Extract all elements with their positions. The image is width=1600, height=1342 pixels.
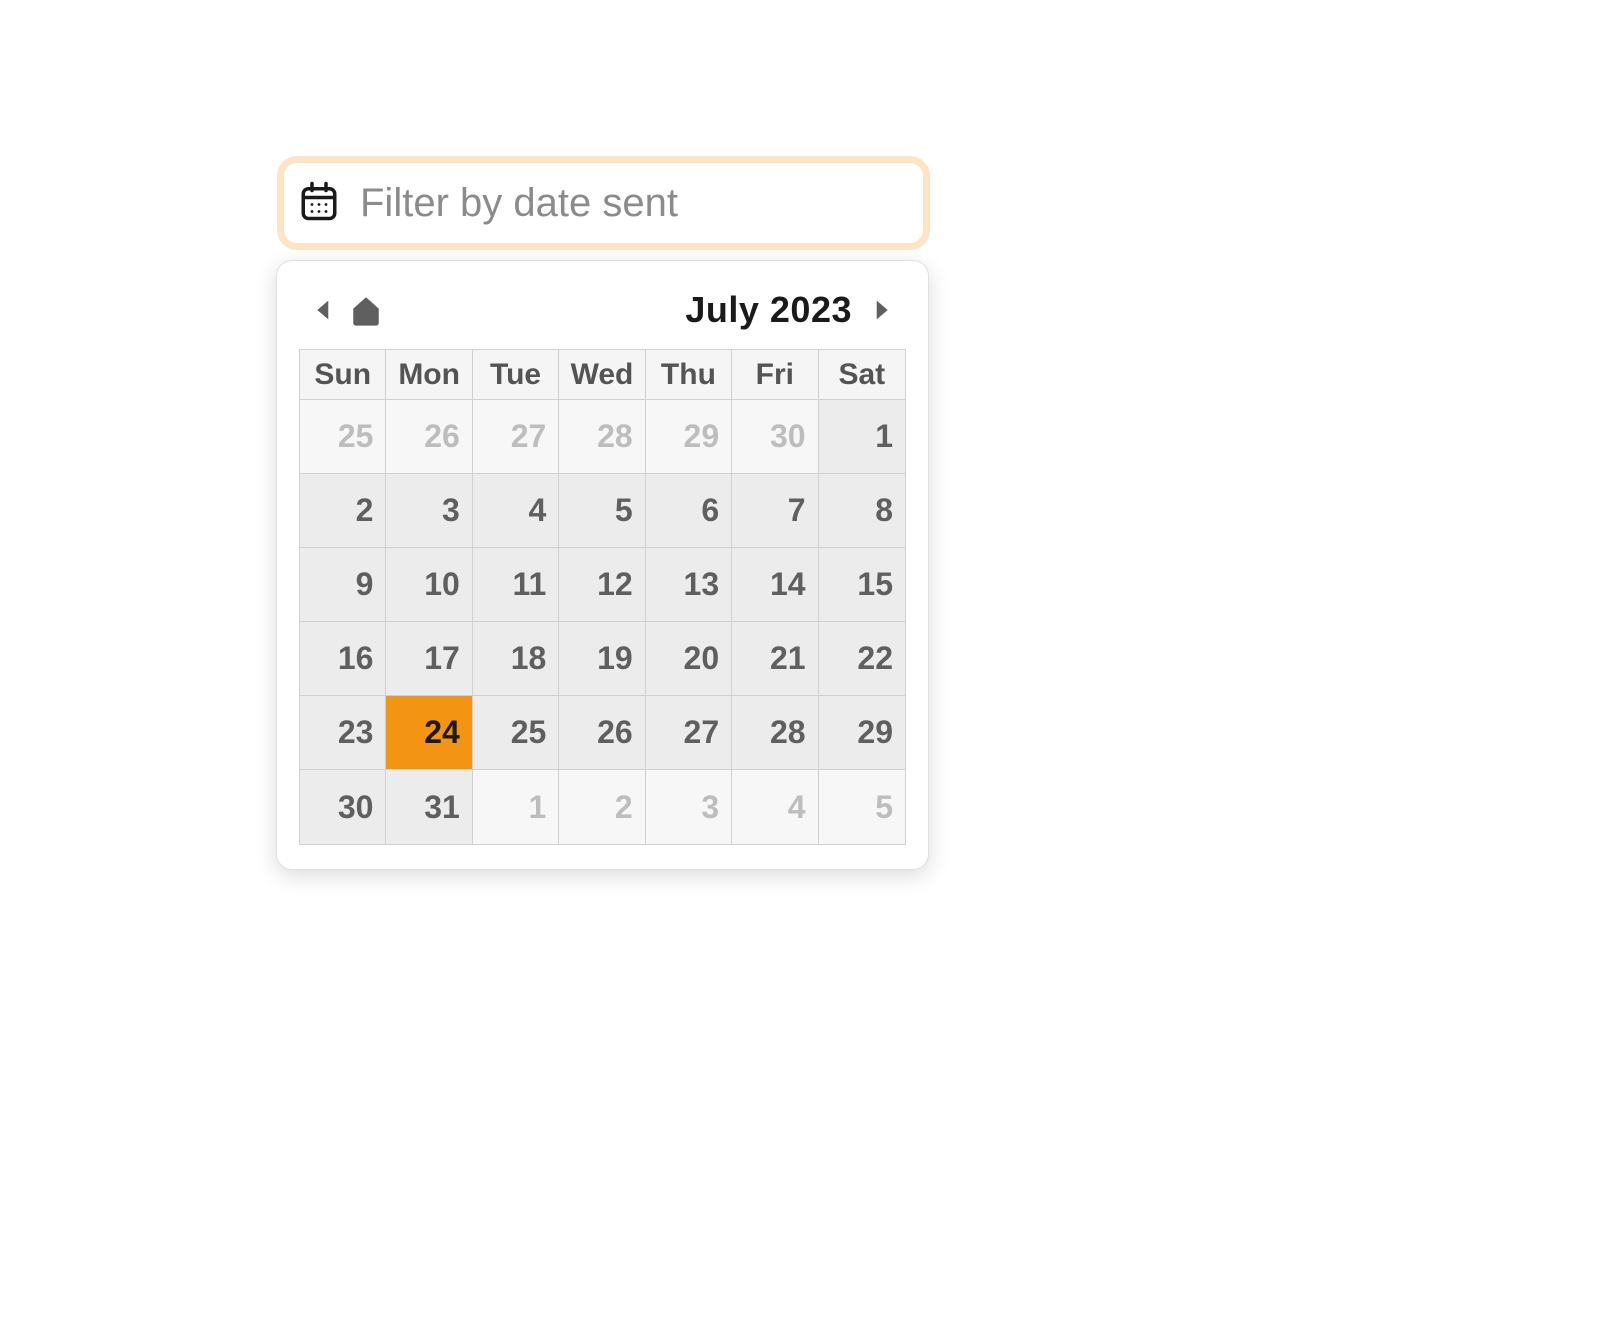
calendar-day[interactable]: 28 [732, 696, 818, 770]
calendar-day[interactable]: 25 [473, 696, 559, 770]
weekday-header: Thu [646, 350, 732, 400]
calendar-day[interactable]: 19 [559, 622, 645, 696]
calendar-day[interactable]: 6 [646, 474, 732, 548]
calendar-day[interactable]: 15 [819, 548, 905, 622]
weekday-header: Fri [732, 350, 818, 400]
calendar-day[interactable]: 7 [732, 474, 818, 548]
calendar-day-other-month[interactable]: 3 [646, 770, 732, 844]
calendar-day-other-month[interactable]: 4 [732, 770, 818, 844]
weekday-header: Tue [473, 350, 559, 400]
calendar-day-other-month[interactable]: 26 [386, 400, 472, 474]
date-sent-input[interactable] [358, 180, 903, 227]
calendar-icon [298, 180, 340, 227]
calendar-day[interactable]: 14 [732, 548, 818, 622]
calendar-day[interactable]: 20 [646, 622, 732, 696]
calendar-day[interactable]: 1 [819, 400, 905, 474]
calendar-day[interactable]: 30 [300, 770, 386, 844]
calendar-day[interactable]: 4 [473, 474, 559, 548]
calendar-day[interactable]: 29 [819, 696, 905, 770]
prev-month-button[interactable] [305, 293, 339, 327]
calendar-day-other-month[interactable]: 1 [473, 770, 559, 844]
calendar-day[interactable]: 2 [300, 474, 386, 548]
calendar-day[interactable]: 21 [732, 622, 818, 696]
weekday-header: Mon [386, 350, 472, 400]
calendar-day[interactable]: 11 [473, 548, 559, 622]
calendar-day-selected[interactable]: 24 [386, 696, 472, 770]
calendar-day[interactable]: 22 [819, 622, 905, 696]
calendar-day[interactable]: 26 [559, 696, 645, 770]
date-picker-popover: July 2023 SunMonTueWedThuFriSat252627282… [276, 260, 929, 870]
calendar-day-other-month[interactable]: 25 [300, 400, 386, 474]
calendar-day-other-month[interactable]: 2 [559, 770, 645, 844]
month-year-label[interactable]: July 2023 [383, 289, 866, 331]
calendar-day[interactable]: 16 [300, 622, 386, 696]
weekday-header: Sat [819, 350, 905, 400]
next-month-button[interactable] [866, 293, 900, 327]
calendar-day[interactable]: 5 [559, 474, 645, 548]
calendar-day-other-month[interactable]: 5 [819, 770, 905, 844]
calendar-day[interactable]: 10 [386, 548, 472, 622]
calendar-day[interactable]: 12 [559, 548, 645, 622]
calendar-day[interactable]: 23 [300, 696, 386, 770]
calendar-day-other-month[interactable]: 28 [559, 400, 645, 474]
calendar-day[interactable]: 31 [386, 770, 472, 844]
calendar-day[interactable]: 27 [646, 696, 732, 770]
calendar-day[interactable]: 9 [300, 548, 386, 622]
today-button[interactable] [349, 293, 383, 327]
calendar-header: July 2023 [299, 281, 906, 349]
calendar-grid: SunMonTueWedThuFriSat2526272829301234567… [299, 349, 906, 845]
calendar-day-other-month[interactable]: 30 [732, 400, 818, 474]
calendar-day[interactable]: 13 [646, 548, 732, 622]
calendar-day[interactable]: 8 [819, 474, 905, 548]
calendar-day-other-month[interactable]: 29 [646, 400, 732, 474]
calendar-day-other-month[interactable]: 27 [473, 400, 559, 474]
weekday-header: Sun [300, 350, 386, 400]
calendar-day[interactable]: 18 [473, 622, 559, 696]
calendar-day[interactable]: 3 [386, 474, 472, 548]
date-sent-filter[interactable] [277, 156, 930, 250]
weekday-header: Wed [559, 350, 645, 400]
calendar-day[interactable]: 17 [386, 622, 472, 696]
